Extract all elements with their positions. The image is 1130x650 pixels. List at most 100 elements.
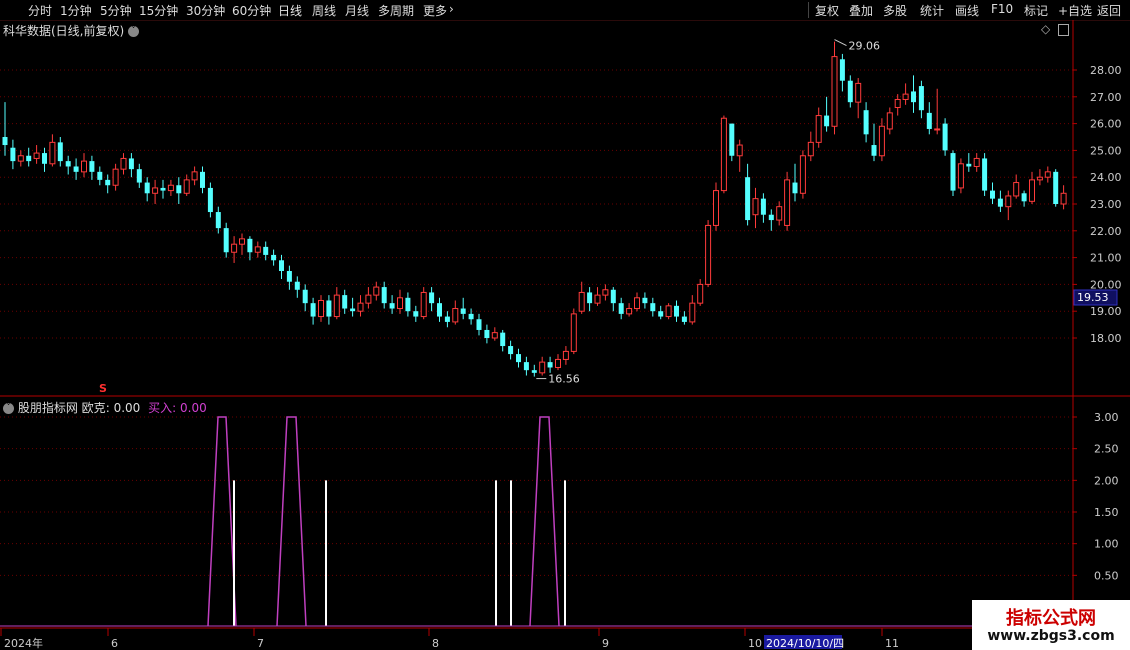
tab-60min[interactable]: 60分钟 [232, 2, 271, 19]
candle-body-up [1013, 182, 1020, 197]
candle-body-down [523, 362, 529, 371]
candle-body-down [587, 292, 593, 304]
candlestick-series [2, 41, 1067, 377]
current-price-label: 19.53 [1077, 291, 1109, 304]
adjust-button[interactable]: 复权 [815, 2, 839, 19]
candle-body-up [231, 243, 238, 253]
tab-30min[interactable]: 30分钟 [186, 2, 225, 19]
sell-marker: S [99, 382, 107, 395]
candle-body-up [318, 299, 324, 318]
candle-body-down [326, 300, 332, 317]
candle-body-down [65, 161, 71, 167]
candle-body-up [720, 117, 727, 192]
candle-body-up [191, 171, 198, 181]
candle-body-up [152, 187, 159, 194]
candle-body-up [934, 128, 941, 131]
candle-body-up [239, 238, 245, 245]
price-tick-label: 28.00 [1090, 64, 1122, 77]
candle-body-down [1021, 193, 1027, 202]
price-tick-label: 20.00 [1090, 278, 1122, 291]
candle-body-up [254, 246, 261, 253]
tab-monthly[interactable]: 月线 [345, 2, 369, 19]
candle-body-down [745, 177, 751, 221]
ok-signal-pulse [276, 416, 307, 627]
candle-body-down [839, 59, 845, 81]
candle-body-up [697, 283, 704, 304]
tab-multi-period[interactable]: 多周期 [378, 2, 414, 19]
tab-15min[interactable]: 15分钟 [139, 2, 178, 19]
candle-body-down [405, 297, 411, 312]
candle-body-down [500, 332, 506, 347]
indicator-tick-label: 2.50 [1094, 443, 1119, 456]
diamond-icon[interactable]: ◇ [1041, 22, 1050, 36]
candle-body-up [752, 198, 759, 216]
candle-body-down [658, 311, 664, 317]
candle-body-down [294, 281, 300, 290]
candle-body-up [815, 115, 822, 143]
candle-body-down [176, 185, 182, 194]
candle-body-up [49, 141, 56, 165]
candle-body-down [547, 362, 553, 368]
tab-more[interactable]: 更多 [423, 2, 447, 19]
candle-body-up [183, 179, 190, 194]
candle-body-up [776, 206, 783, 221]
statistics-button[interactable]: 统计 [920, 2, 944, 19]
candle-body-down [516, 354, 521, 363]
candle-body-up [878, 125, 885, 157]
candle-body-down [381, 287, 387, 304]
candle-body-down [271, 254, 277, 261]
candle-body-down [105, 179, 111, 186]
candle-body-up [357, 302, 364, 312]
draw-line-button[interactable]: 画线 [955, 2, 979, 19]
ok-label: 欧克 [81, 401, 106, 415]
back-button[interactable]: 返回 [1097, 2, 1121, 19]
candle-body-down [863, 110, 869, 135]
candle-body-down [302, 289, 308, 304]
candle-body-up [902, 93, 909, 100]
candle-body-up [957, 163, 964, 189]
candle-body-down [160, 187, 166, 191]
title-dropdown-icon[interactable]: ˅ [128, 26, 140, 37]
f10-button[interactable]: F10 [991, 2, 1013, 16]
price-tick-label: 18.00 [1090, 332, 1122, 345]
tab-daily[interactable]: 日线 [278, 2, 302, 19]
buy-value: 0.00 [180, 401, 207, 415]
time-axis-label: 6 [111, 637, 118, 650]
candle-body-up [555, 358, 561, 368]
indicator-dropdown-icon[interactable]: ˅ [3, 403, 14, 414]
period-toolbar: 分时 1分钟 5分钟 15分钟 30分钟 60分钟 日线 周线 月线 多周期 更… [0, 0, 1130, 21]
multi-stock-button[interactable]: 多股 [883, 2, 907, 19]
add-favorite-button[interactable]: +自选 [1058, 2, 1092, 19]
candle-body-down [42, 153, 47, 164]
candle-body-down [871, 145, 877, 156]
overlay-button[interactable]: 叠加 [849, 2, 873, 19]
candle-body-down [468, 313, 474, 320]
kline-chart[interactable]: 28.00 27.00 26.00 25.00 24.00 23.00 22.00 21.00… [0, 20, 1130, 650]
candle-body-up [626, 308, 633, 315]
panel-toggle-icon[interactable] [1058, 23, 1070, 36]
price-tick-label: 26.00 [1090, 118, 1122, 131]
more-chevron-icon[interactable]: › [449, 2, 454, 16]
time-axis-label: 9 [602, 637, 609, 650]
candle-body-up [1005, 195, 1012, 208]
candle-body-up [799, 155, 806, 194]
candle-body-up [167, 184, 174, 192]
candle-body-up [539, 361, 546, 374]
tab-5min[interactable]: 5分钟 [100, 2, 132, 19]
watermark-url: www.zbgs3.com [987, 628, 1115, 644]
candle-body-down [942, 123, 948, 151]
indicator-tick-label: 1.50 [1094, 506, 1119, 519]
mark-button[interactable]: 标记 [1024, 2, 1048, 19]
candle-body-up [831, 56, 838, 127]
candle-body-down [310, 303, 316, 317]
candle-body-down [926, 112, 932, 129]
tab-timeshare[interactable]: 分时 [28, 2, 52, 19]
tab-weekly[interactable]: 周线 [312, 2, 336, 19]
candle-body-up [602, 289, 609, 296]
time-axis-label: 10 [748, 637, 762, 650]
candle-body-down [484, 329, 490, 338]
candle-body-up [112, 168, 119, 186]
candle-body-down [413, 311, 419, 317]
candle-body-up [452, 308, 459, 323]
tab-1min[interactable]: 1分钟 [60, 2, 92, 19]
